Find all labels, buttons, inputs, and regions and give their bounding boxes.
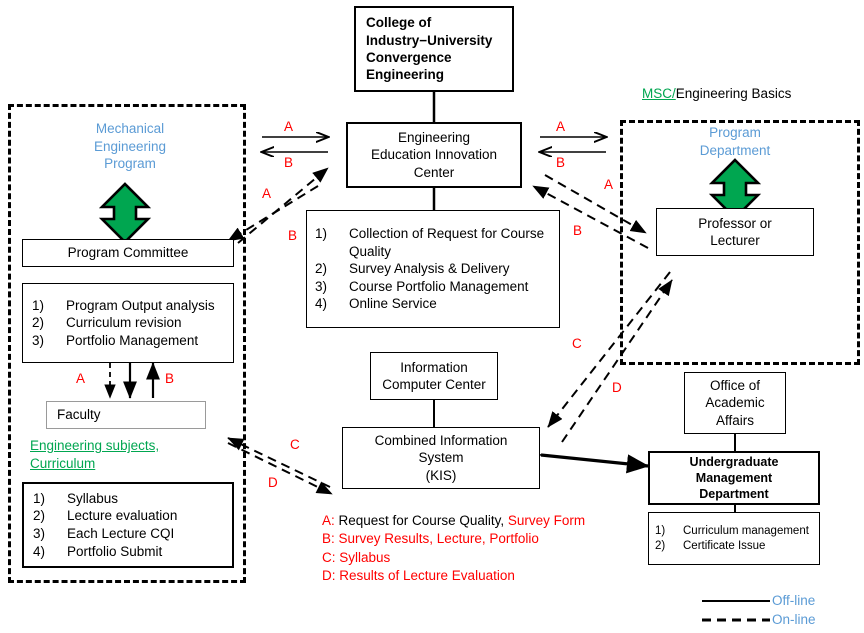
list-item: 2) Certificate Issue: [655, 539, 766, 552]
engineering-basics-label: Engineering Basics: [675, 86, 792, 101]
list-item: 3) Portfolio Management: [32, 332, 199, 348]
center-task-list: 1) Collection of Request for Course Quali…: [307, 218, 559, 320]
legend-online-label: On-line: [772, 612, 816, 627]
program-committee-box[interactable]: Program Committee: [22, 239, 234, 267]
flow-label-right-solid-b: B: [556, 155, 566, 170]
list-item: 4) Online Service: [315, 296, 437, 312]
faculty-task-list: 1) Syllabus 2) Lecture evaluation 3) Each L…: [24, 485, 232, 565]
diagram-canvas: Mechanical Engineering Program Program C…: [0, 0, 864, 633]
left-panel-heading: Mechanical Engineering Program: [93, 121, 167, 172]
list-item: 2) Survey Analysis & Delivery: [315, 261, 510, 277]
flow-label-mid-dashed-c: C: [572, 336, 582, 351]
flow-label-left-solid-a: A: [284, 119, 294, 134]
flow-label-lower-dashed-d: D: [268, 475, 278, 490]
committee-task-list: 1) Program Output analysis 2) Curriculum r…: [23, 292, 233, 355]
faculty-tasks-box: 1) Syllabus 2) Lecture evaluation 3) Each L…: [22, 482, 234, 568]
flow-label-right-dashed-b: B: [573, 223, 583, 238]
flow-label-right-dashed-a: A: [604, 177, 614, 192]
list-item: 3) Course Portfolio Management: [315, 278, 529, 294]
arrow-kis-undergrad: [519, 443, 650, 474]
undergraduate-task-list: 1) Curriculum management 2) Certificate Is…: [649, 520, 819, 558]
msc-engineering-basics-caption: MSC/Engineering Basics: [642, 85, 791, 103]
combined-information-system-box[interactable]: Combined Information System (KIS): [342, 427, 540, 489]
msc-label: MSC/: [642, 86, 676, 101]
professor-or-lecturer-box[interactable]: Professor or Lecturer: [656, 208, 814, 256]
list-item: 3) Each Lecture CQI: [33, 526, 175, 541]
legend-offline-label: Off-line: [772, 593, 816, 608]
flow-label-mid-dashed-d: D: [612, 380, 622, 395]
office-of-academic-affairs-box[interactable]: Office of Academic Affairs: [684, 372, 786, 434]
undergraduate-management-department-box[interactable]: Undergraduate Management Department: [648, 451, 820, 505]
key-line-d: D: Results of Lecture Evaluation: [322, 568, 515, 584]
engineering-subjects-note: Engineering subjects, Curriculum: [30, 438, 160, 471]
list-item: 4) Portfolio Submit: [33, 543, 163, 559]
key-line-a: A: Request for Course Quality, Survey Fo…: [322, 513, 586, 528]
flow-label-left-solid-b: B: [284, 155, 294, 170]
information-computer-center-box[interactable]: Information Computer Center: [370, 352, 498, 400]
center-tasks-box: 1) Collection of Request for Course Quali…: [306, 210, 560, 328]
flow-label-left-dashed-b: B: [288, 228, 298, 243]
list-item: 1) Syllabus: [33, 490, 119, 506]
right-panel-heading: Program Department: [699, 125, 771, 158]
list-item: 2) Lecture evaluation: [33, 508, 178, 524]
college-box[interactable]: College of Industry−University Convergen…: [354, 6, 514, 92]
list-item: 1) Program Output analysis: [32, 297, 215, 313]
program-committee-tasks-box: 1) Program Output analysis 2) Curriculum r…: [22, 283, 234, 363]
list-item: 2) Curriculum revision: [32, 315, 182, 331]
faculty-box[interactable]: Faculty: [46, 401, 206, 429]
flow-key: A: Request for Course Quality, Survey Fo…: [322, 512, 662, 586]
left-committee-arrow-label-a: A: [76, 371, 86, 386]
flow-label-left-dashed-a: A: [262, 186, 272, 201]
left-committee-arrow-label-b: B: [165, 371, 175, 386]
flow-label-lower-dashed-c: C: [290, 437, 300, 452]
flow-label-right-solid-a: A: [556, 119, 566, 134]
key-line-b: B: Survey Results, Lecture, Portfolio: [322, 531, 539, 547]
key-line-c: C: Syllabus: [322, 549, 391, 565]
list-item: 1) Collection of Request for Course Quali…: [315, 226, 545, 259]
engineering-education-innovation-center-box[interactable]: Engineering Education Innovation Center: [346, 122, 522, 188]
undergraduate-tasks-box: 1) Curriculum management 2) Certificate Is…: [648, 512, 820, 565]
list-item: 1) Curriculum management: [655, 524, 809, 537]
